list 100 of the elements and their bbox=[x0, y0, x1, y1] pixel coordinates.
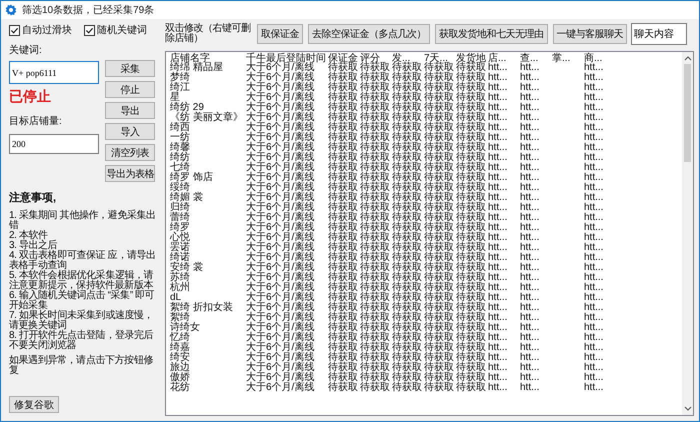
table-cell-text: 诗绮女 bbox=[170, 323, 201, 333]
table-cell-text: htt... bbox=[488, 333, 508, 343]
table-cell-text: 待获取 bbox=[392, 203, 423, 213]
table-cell-text: htt... bbox=[520, 343, 540, 353]
table-cell-text: 待获取 bbox=[360, 163, 391, 173]
action-button[interactable]: 一键与客服聊天 bbox=[552, 24, 627, 44]
table-cell-text: 待获取 bbox=[360, 173, 391, 183]
action-button[interactable]: 去除空保证金（多点几次） bbox=[308, 24, 430, 44]
scroll-up-icon[interactable] bbox=[684, 55, 692, 61]
table-cell-text: 待获取 bbox=[456, 263, 487, 273]
table-cell-text: 待获取 bbox=[424, 333, 455, 343]
table-cell-text: 待获取 bbox=[328, 303, 359, 313]
checkbox[interactable] bbox=[9, 24, 20, 36]
table-cell-text: 待获取 bbox=[456, 153, 487, 163]
table-cell-text: 待获取 bbox=[360, 143, 391, 153]
table-cell-text: 待获取 bbox=[392, 133, 423, 143]
action-button[interactable]: 停止 bbox=[105, 81, 155, 98]
repair-button[interactable]: 修复谷歌 bbox=[9, 396, 59, 413]
table-cell-text: htt... bbox=[520, 103, 540, 113]
keyword-label: 关键词: bbox=[9, 44, 43, 57]
table-cell-text: 待获取 bbox=[392, 343, 423, 353]
scroll-down-icon[interactable] bbox=[684, 406, 692, 412]
table-cell-text: htt... bbox=[520, 293, 540, 303]
table-cell-text: 待获取 bbox=[456, 83, 487, 93]
table-cell-text: 待获取 bbox=[456, 183, 487, 193]
table-cell-text: 忆绮 bbox=[170, 333, 191, 343]
table-cell-text: htt... bbox=[584, 113, 604, 123]
table-cell-text: 待获取 bbox=[424, 183, 455, 193]
table-cell-text: 大于6个月/离线 bbox=[246, 333, 316, 343]
table-cell-text: 《纺 美丽文章》 bbox=[170, 113, 244, 123]
table-cell-text: htt... bbox=[488, 323, 508, 333]
action-button[interactable]: 导出 bbox=[105, 102, 155, 119]
checkbox[interactable] bbox=[84, 24, 95, 36]
table-cell-text: 待获取 bbox=[456, 383, 487, 393]
table-cell-text: 待获取 bbox=[360, 313, 391, 323]
table-cell-text: 梦绮 bbox=[170, 73, 191, 83]
table-cell-text: 待获取 bbox=[392, 83, 423, 93]
table-cell-text: htt... bbox=[520, 373, 540, 383]
table-cell-text: 待获取 bbox=[424, 173, 455, 183]
table-cell-text: 待获取 bbox=[456, 293, 487, 303]
table-cell-text: htt... bbox=[488, 93, 508, 103]
table-cell-text: dL bbox=[170, 293, 182, 303]
table-cell-text: 待获取 bbox=[328, 183, 359, 193]
table-cell-text: htt... bbox=[584, 313, 604, 323]
table-cell-text: 待获取 bbox=[392, 353, 423, 363]
action-button[interactable]: 导入 bbox=[105, 123, 155, 140]
table-cell-text: htt... bbox=[584, 173, 604, 183]
table-cell-text: 待获取 bbox=[424, 223, 455, 233]
table-cell-text: htt... bbox=[520, 183, 540, 193]
table-cell-text: 大于6个月/离线 bbox=[246, 233, 316, 243]
table-cell-text: 待获取 bbox=[328, 343, 359, 353]
target-field[interactable]: 200 bbox=[9, 134, 99, 154]
scrollbar[interactable] bbox=[682, 52, 693, 415]
table-cell-text: 待获取 bbox=[392, 173, 423, 183]
scroll-thumb[interactable] bbox=[684, 64, 691, 162]
table-cell-text: htt... bbox=[488, 173, 508, 183]
table-cell-text: htt... bbox=[584, 63, 604, 73]
table-cell-text: 待获取 bbox=[424, 153, 455, 163]
table-cell-text: 大于6个月/离线 bbox=[246, 163, 316, 173]
table-cell-text: htt... bbox=[520, 133, 540, 143]
table-cell-text: 大于6个月/离线 bbox=[246, 193, 316, 203]
table-cell-text: 待获取 bbox=[424, 113, 455, 123]
table-cell-text: 待获取 bbox=[328, 213, 359, 223]
table-cell-text: 待获取 bbox=[392, 273, 423, 283]
table-cell-text: 待获取 bbox=[424, 293, 455, 303]
table-cell-text: htt... bbox=[488, 153, 508, 163]
action-button[interactable]: 导出为表格 bbox=[105, 165, 155, 182]
table-cell-text: 大于6个月/离线 bbox=[246, 273, 316, 283]
table-cell-text: 待获取 bbox=[392, 93, 423, 103]
table-cell-text: 大于6个月/离线 bbox=[246, 203, 316, 213]
table-cell-text: 大于6个月/离线 bbox=[246, 143, 316, 153]
column-header[interactable]: 掌... bbox=[552, 53, 584, 64]
action-button[interactable]: 获取发货地和七天无理由 bbox=[435, 24, 548, 44]
table-cell-text: 待获取 bbox=[456, 233, 487, 243]
action-button[interactable]: 清空列表 bbox=[105, 144, 155, 161]
table-cell-text: 大于6个月/离线 bbox=[246, 83, 316, 93]
table-cell-text: 绮绵 精品屋 bbox=[170, 63, 224, 73]
table-cell-text: 待获取 bbox=[456, 193, 487, 203]
table-cell-text: 待获取 bbox=[392, 113, 423, 123]
table-cell-text: htt... bbox=[584, 343, 604, 353]
table-cell-text: 待获取 bbox=[392, 333, 423, 343]
table-cell-text: htt... bbox=[520, 73, 540, 83]
table-cell-text: 待获取 bbox=[328, 323, 359, 333]
column-header[interactable]: 商... bbox=[584, 53, 616, 64]
column-header[interactable]: 查... bbox=[520, 53, 552, 64]
table-cell-text: htt... bbox=[520, 363, 540, 373]
column-header[interactable]: 店... bbox=[488, 53, 520, 64]
table-cell-text: 待获取 bbox=[392, 263, 423, 273]
table-cell-text: htt... bbox=[520, 283, 540, 293]
table-cell-text: 待获取 bbox=[456, 173, 487, 183]
table-cell-text: 待获取 bbox=[360, 323, 391, 333]
table-cell-text: htt... bbox=[520, 353, 540, 363]
table-cell-text: htt... bbox=[488, 363, 508, 373]
action-button[interactable]: 采集 bbox=[105, 60, 155, 77]
table-cell-text: htt... bbox=[584, 373, 604, 383]
action-button[interactable]: 取保证金 bbox=[257, 24, 303, 44]
keyword-field[interactable]: V+ pop6111 bbox=[9, 61, 99, 84]
chat-field[interactable]: 聊天内容 bbox=[631, 23, 687, 45]
table-cell-text: 绮嘉 bbox=[170, 343, 191, 353]
table-cell-text: htt... bbox=[520, 83, 540, 93]
